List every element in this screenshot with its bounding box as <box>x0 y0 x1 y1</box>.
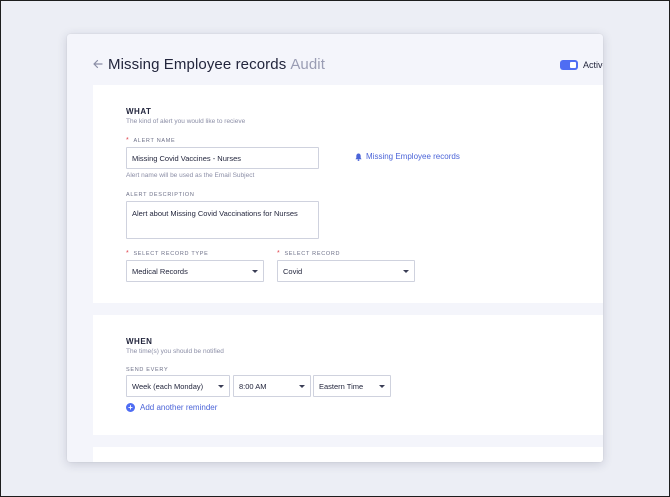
when-title: WHEN <box>126 337 153 346</box>
when-section: WHEN The time(s) you should be notified … <box>93 315 603 435</box>
record-type-select[interactable]: Medical Records <box>126 260 264 282</box>
when-description: The time(s) you should be notified <box>126 348 224 355</box>
alert-name-hint: Alert name will be used as the Email Sub… <box>126 172 255 179</box>
record-select[interactable]: Covid <box>277 260 415 282</box>
caret-down-icon <box>379 384 385 388</box>
arrow-left-icon[interactable] <box>92 58 104 70</box>
alert-description-input[interactable]: Alert about Missing Covid Vaccinations f… <box>126 201 319 239</box>
alert-editor-window: Missing Employee recordsAudit Active WHA… <box>67 34 603 462</box>
toggle-knob <box>570 62 576 68</box>
caret-down-icon <box>218 384 224 388</box>
required-marker: * <box>126 137 130 144</box>
active-toggle-label: Active <box>583 60 603 70</box>
alert-preview-link-text: Missing Employee records <box>366 152 460 161</box>
frequency-select[interactable]: Week (each Monday) <box>126 375 230 397</box>
time-select[interactable]: 8:00 AM <box>233 375 311 397</box>
alert-preview-link[interactable]: Missing Employee records <box>355 152 460 161</box>
record-type-label: * SELECT RECORD TYPE <box>126 250 209 257</box>
active-toggle[interactable] <box>560 60 578 70</box>
caret-down-icon <box>299 384 305 388</box>
next-section <box>93 447 603 462</box>
caret-down-icon <box>252 269 258 273</box>
alert-name-label: * ALERT NAME <box>126 137 175 144</box>
page-header: Missing Employee recordsAudit Active <box>67 34 603 86</box>
what-section: WHAT The kind of alert you would like to… <box>93 85 603 303</box>
required-marker: * <box>277 250 281 257</box>
add-reminder-label: Add another reminder <box>140 403 218 412</box>
alert-name-label-text: ALERT NAME <box>133 138 176 144</box>
page-title-sub: Audit <box>290 56 326 73</box>
time-value: 8:00 AM <box>239 381 267 391</box>
page-title: Missing Employee records Audit <box>108 56 325 73</box>
plus-circle-icon: + <box>126 403 135 412</box>
alert-description-label: ALERT DESCRIPTION <box>126 192 195 198</box>
frequency-value: Week (each Monday) <box>132 381 204 391</box>
record-label-text: SELECT RECORD <box>284 251 341 257</box>
timezone-select[interactable]: Eastern Time <box>313 375 391 397</box>
add-reminder-button[interactable]: + Add another reminder <box>126 403 217 412</box>
record-label: * SELECT RECORD <box>277 250 340 257</box>
what-description: The kind of alert you would like to reci… <box>126 118 246 125</box>
record-value: Covid <box>283 266 303 276</box>
required-marker: * <box>126 250 130 257</box>
what-title: WHAT <box>126 107 152 116</box>
active-toggle-group: Active <box>560 60 603 70</box>
bell-icon <box>355 153 362 161</box>
timezone-value: Eastern Time <box>319 381 364 391</box>
record-type-value: Medical Records <box>132 266 188 276</box>
alert-name-input[interactable]: Missing Covid Vaccines - Nurses <box>126 147 319 169</box>
caret-down-icon <box>403 269 409 273</box>
send-every-label: SEND EVERY <box>126 367 169 373</box>
record-type-label-text: SELECT RECORD TYPE <box>133 251 209 257</box>
page-title-main: Missing Employee records <box>108 56 287 73</box>
